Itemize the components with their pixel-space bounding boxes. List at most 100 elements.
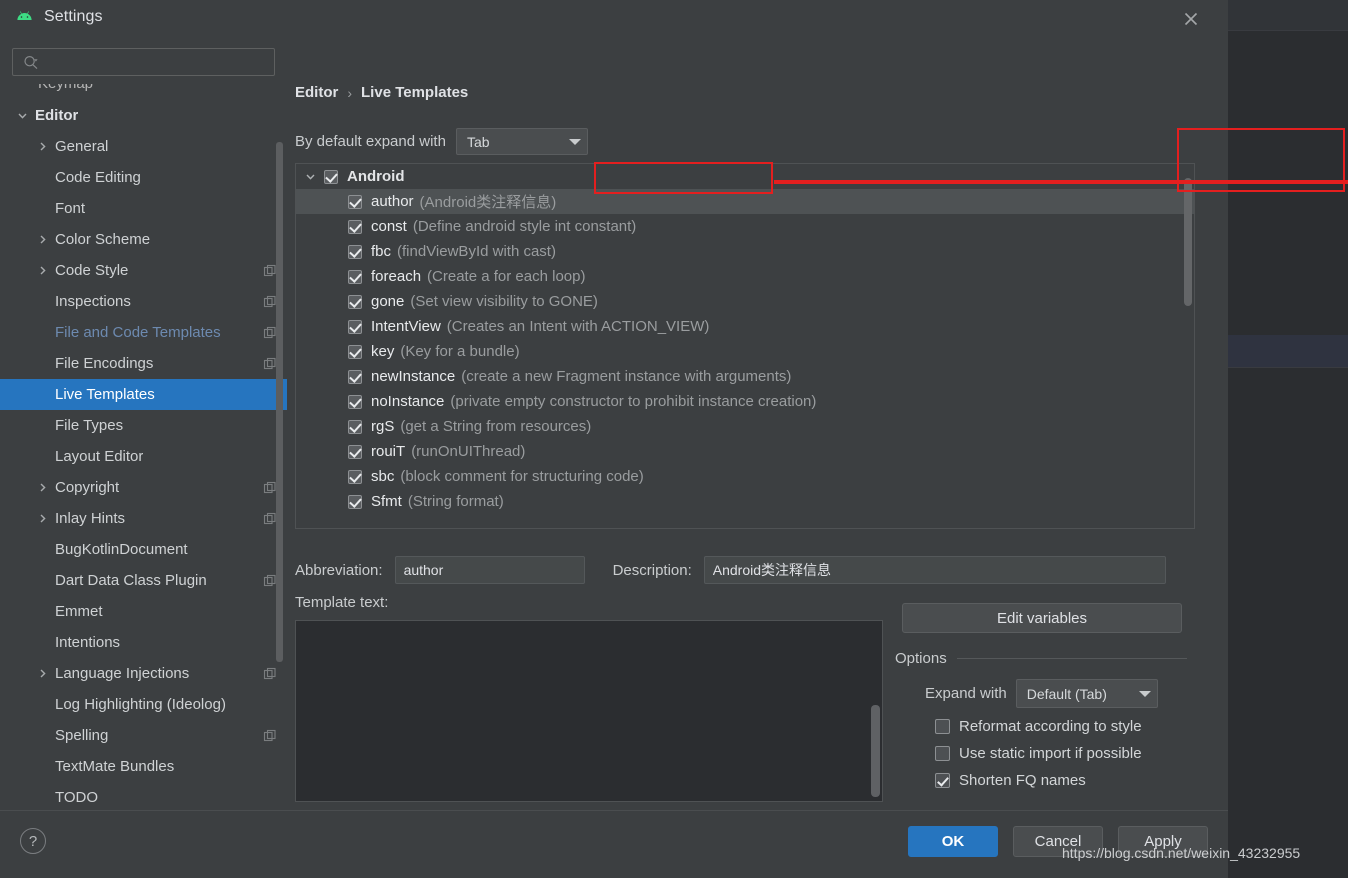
copy-settings-icon[interactable] [263,295,277,309]
template-checkbox[interactable] [348,420,362,434]
option-checkbox[interactable] [935,719,950,734]
template-text-scrollbar[interactable] [871,705,880,797]
template-text-area[interactable] [295,620,883,802]
templates-list[interactable]: Android author(Android类注释信息)const(Define… [295,163,1195,529]
template-checkbox[interactable] [348,295,362,309]
template-abbreviation: IntentView [371,318,441,335]
template-checkbox[interactable] [348,195,362,209]
search-box[interactable] [12,48,275,76]
sidebar-item-font[interactable]: Font [0,193,287,224]
sidebar-item-textmate-bundles[interactable]: TextMate Bundles [0,751,287,782]
template-checkbox[interactable] [348,470,362,484]
template-row[interactable]: const(Define android style int constant) [296,214,1194,239]
template-row[interactable]: sbc(block comment for structuring code) [296,464,1194,489]
question-mark-icon[interactable]: ? [20,828,46,854]
template-checkbox[interactable] [348,495,362,509]
sidebar-item-general[interactable]: General [0,131,287,162]
sidebar-item-emmet[interactable]: Emmet [0,596,287,627]
options-divider [957,658,1187,659]
template-row[interactable]: rgS(get a String from resources) [296,414,1194,439]
templates-list-scrollbar[interactable] [1184,178,1192,306]
sidebar-item-live-templates[interactable]: Live Templates [0,379,287,410]
sidebar-scrollbar[interactable] [276,142,283,662]
copy-settings-icon[interactable] [263,667,277,681]
template-group-row[interactable]: Android [296,164,1194,189]
sidebar-item-label: Code Editing [55,169,141,186]
chevron-right-icon[interactable] [36,233,49,246]
sidebar-item-code-style[interactable]: Code Style [0,255,287,286]
sidebar-item-inlay-hints[interactable]: Inlay Hints [0,503,287,534]
chevron-down-icon[interactable] [16,109,29,122]
copy-settings-icon[interactable] [263,512,277,526]
template-row[interactable]: newInstance(create a new Fragment instan… [296,364,1194,389]
copy-settings-icon[interactable] [263,326,277,340]
copy-settings-icon[interactable] [263,729,277,743]
ok-button[interactable]: OK [908,826,998,857]
abbreviation-input[interactable] [395,556,585,584]
search-input[interactable] [45,49,268,75]
sidebar-item-editor[interactable]: Editor [0,100,287,131]
sidebar-item-file-encodings[interactable]: File Encodings [0,348,287,379]
option-reformat-according-to-style[interactable]: Reformat according to style [895,718,1187,735]
sidebar-item-layout-editor[interactable]: Layout Editor [0,441,287,472]
sidebar-item-color-scheme[interactable]: Color Scheme [0,224,287,255]
template-checkbox[interactable] [348,345,362,359]
option-use-static-import-if-possible[interactable]: Use static import if possible [895,745,1187,762]
sidebar-item-todo[interactable]: TODO [0,782,287,810]
template-checkbox[interactable] [348,370,362,384]
template-group-checkbox[interactable] [324,170,338,184]
template-checkbox[interactable] [348,270,362,284]
template-description: (get a String from resources) [400,418,591,435]
template-row[interactable]: rouiT(runOnUIThread) [296,439,1194,464]
sidebar-item-log-highlighting-ideolog[interactable]: Log Highlighting (Ideolog) [0,689,287,720]
edit-variables-button[interactable]: Edit variables [902,603,1182,633]
close-icon[interactable] [1180,8,1202,30]
sidebar-item-file-types[interactable]: File Types [0,410,287,441]
cancel-button[interactable]: Cancel [1013,826,1103,857]
template-checkbox[interactable] [348,445,362,459]
sidebar-item-file-and-code-templates[interactable]: File and Code Templates [0,317,287,348]
sidebar-item-copyright[interactable]: Copyright [0,472,287,503]
sidebar-item-dart-data-class-plugin[interactable]: Dart Data Class Plugin [0,565,287,596]
template-checkbox[interactable] [348,395,362,409]
template-row[interactable]: noInstance(private empty constructor to … [296,389,1194,414]
sidebar-item-bugkotlindocument[interactable]: BugKotlinDocument [0,534,287,565]
template-row[interactable]: fbc(findViewById with cast) [296,239,1194,264]
chevron-right-icon[interactable] [36,512,49,525]
template-checkbox[interactable] [348,245,362,259]
sidebar-item-intentions[interactable]: Intentions [0,627,287,658]
template-row[interactable]: author(Android类注释信息) [296,189,1194,214]
description-input[interactable] [704,556,1166,584]
sidebar-item-spelling[interactable]: Spelling [0,720,287,751]
search-icon [22,54,40,72]
sidebar-item-code-editing[interactable]: Code Editing [0,162,287,193]
chevron-right-icon[interactable] [36,140,49,153]
option-label: Shorten FQ names [959,772,1086,789]
chevron-right-icon[interactable] [36,481,49,494]
copy-settings-icon[interactable] [263,264,277,278]
default-expand-row: By default expand with Tab [295,128,588,155]
breadcrumb-parent[interactable]: Editor [295,84,338,101]
option-shorten-fq-names[interactable]: Shorten FQ names [895,772,1187,789]
dialog-footer: ? OK Cancel Apply [0,810,1228,878]
copy-settings-icon[interactable] [263,574,277,588]
template-row[interactable]: IntentView(Creates an Intent with ACTION… [296,314,1194,339]
default-expand-dropdown[interactable]: Tab [456,128,588,155]
apply-button[interactable]: Apply [1118,826,1208,857]
options-expand-dropdown[interactable]: Default (Tab) [1016,679,1158,708]
template-checkbox[interactable] [348,320,362,334]
template-row[interactable]: gone(Set view visibility to GONE) [296,289,1194,314]
template-row[interactable]: key(Key for a bundle) [296,339,1194,364]
template-row[interactable]: foreach(Create a for each loop) [296,264,1194,289]
chevron-right-icon[interactable] [36,264,49,277]
chevron-down-icon[interactable] [304,170,317,183]
sidebar-item-language-injections[interactable]: Language Injections [0,658,287,689]
copy-settings-icon[interactable] [263,481,277,495]
sidebar-item-inspections[interactable]: Inspections [0,286,287,317]
option-checkbox[interactable] [935,773,950,788]
copy-settings-icon[interactable] [263,357,277,371]
chevron-right-icon[interactable] [36,667,49,680]
template-row[interactable]: Sfmt(String format) [296,489,1194,514]
option-checkbox[interactable] [935,746,950,761]
template-checkbox[interactable] [348,220,362,234]
